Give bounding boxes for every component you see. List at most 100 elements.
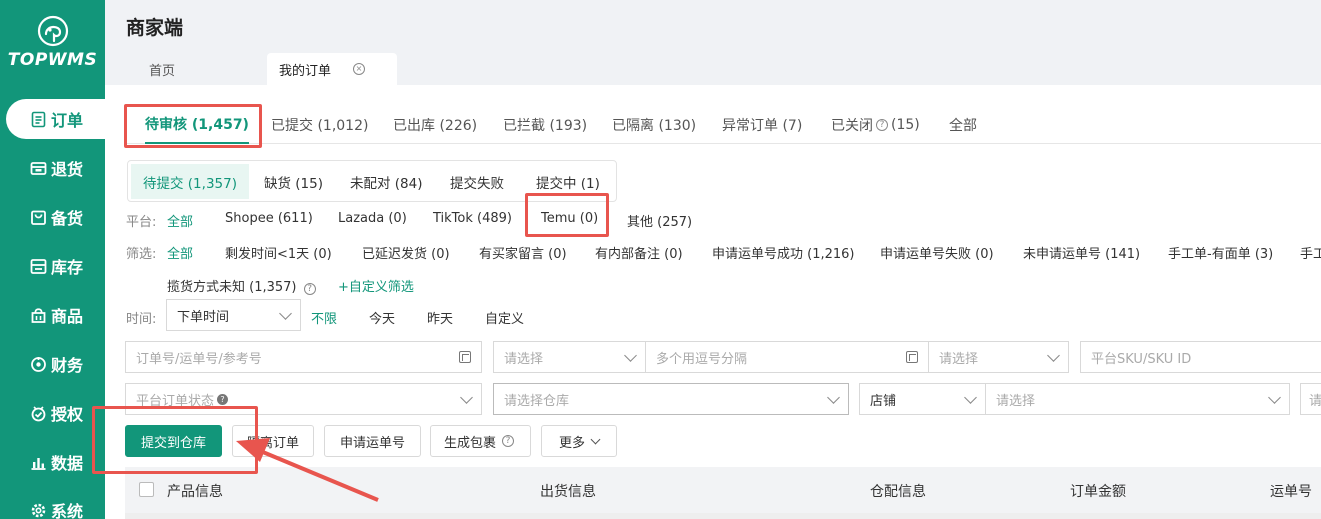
filter-option-ship-deadline[interactable]: 剩发时间<1天 (0) — [225, 243, 332, 262]
sidebar-item-data[interactable]: 数据 — [6, 442, 105, 482]
time-option-today[interactable]: 今天 — [369, 308, 395, 327]
paste-icon[interactable] — [459, 351, 471, 363]
sidebar-item-finance[interactable]: 财务 — [6, 344, 105, 384]
filter-option-label: 揽货方式未知 (1,357) — [167, 280, 297, 295]
sidebar-item-products[interactable]: 商品 — [6, 295, 105, 335]
extra-filter-select[interactable]: 请 — [1300, 383, 1321, 415]
time-option-yesterday[interactable]: 昨天 — [427, 308, 453, 327]
subtab-label: 待提交 (1,357) — [143, 175, 237, 192]
button-label: 更多 — [558, 435, 585, 451]
help-icon[interactable]: ? — [876, 119, 888, 131]
sidebar-item-label: 库存 — [51, 258, 84, 277]
chevron-down-icon — [279, 307, 292, 320]
tab-label: 已拦截 (193) — [503, 118, 588, 134]
sidebar-item-inventory[interactable]: 库存 — [6, 246, 105, 286]
filter-option-manual-cut[interactable]: 手工 — [1300, 243, 1321, 262]
help-icon[interactable]: ? — [217, 393, 229, 405]
tab-all[interactable]: 全部 — [949, 106, 977, 144]
sidebar-item-system[interactable]: 系统 — [6, 490, 105, 519]
sidebar-item-label: 系统 — [51, 502, 84, 519]
tab-label: 已隔离 (130) — [612, 118, 697, 134]
tab-closed[interactable]: 已关闭 ? (15) — [831, 106, 920, 144]
more-actions-button[interactable]: 更多 — [541, 425, 617, 457]
tab-home-label: 首页 — [149, 63, 176, 79]
tab-count: (15) — [891, 117, 920, 133]
order-table-header: 产品信息 出货信息 仓配信息 订单金额 运单号 — [125, 467, 1321, 513]
sidebar-item-authorization[interactable]: 授权 — [6, 393, 105, 433]
time-option-any[interactable]: 不限 — [311, 308, 337, 327]
filter-option-no-tracking[interactable]: 未申请运单号 (141) — [1023, 243, 1140, 262]
platform-option-lazada[interactable]: Lazada (0) — [338, 211, 407, 226]
search-type-select-2[interactable]: 请选择 — [928, 341, 1069, 373]
search-type-select[interactable]: 请选择 — [493, 341, 646, 373]
chevron-down-icon — [964, 391, 977, 404]
warehouse-select[interactable]: 请选择仓库 — [493, 383, 849, 415]
product-bag-icon — [31, 307, 46, 323]
close-icon[interactable]: × — [353, 63, 366, 75]
filter-option-internal-note[interactable]: 有内部备注 (0) — [595, 243, 683, 262]
auth-badge-icon — [31, 405, 46, 421]
subtab-unmatched[interactable]: 未配对 (84) — [350, 164, 423, 199]
help-icon[interactable]: ? — [303, 283, 316, 295]
platform-option-other[interactable]: 其他 (257) — [627, 211, 692, 230]
chevron-down-icon — [1047, 349, 1060, 362]
highlight-submit-button — [92, 406, 258, 474]
subtab-submit-failed[interactable]: 提交失败 — [450, 164, 504, 199]
store-placeholder: 请选择 — [996, 393, 1036, 409]
tab-abnormal-orders[interactable]: 异常订单 (7) — [722, 106, 802, 144]
tab-home[interactable]: 首页 — [149, 53, 175, 85]
column-header-product: 产品信息 — [167, 484, 223, 500]
select-all-checkbox[interactable] — [139, 482, 154, 497]
store-select[interactable]: 请选择 — [985, 383, 1290, 415]
time-type-value: 下单时间 — [177, 309, 230, 325]
filter-option-pickup-unknown[interactable]: 揽货方式未知 (1,357) ? — [167, 276, 319, 295]
apply-tracking-button[interactable]: 申请运单号 — [324, 425, 421, 457]
page-title: 商家端 — [126, 17, 184, 39]
button-label: 申请运单号 — [339, 435, 405, 451]
platform-option-shopee[interactable]: Shopee (611) — [225, 211, 313, 226]
tab-intercepted[interactable]: 已拦截 (193) — [503, 106, 587, 144]
filter-option-delayed[interactable]: 已延迟发货 (0) — [362, 243, 450, 262]
subtab-to-submit[interactable]: 待提交 (1,357) — [131, 164, 249, 199]
sidebar-item-label: 数据 — [51, 454, 84, 473]
sku-search-input[interactable]: 平台SKU/SKU ID — [1080, 341, 1321, 373]
sidebar-item-label: 商品 — [51, 307, 84, 326]
sidebar-item-stock-prep[interactable]: 备货 — [6, 197, 105, 237]
platform-option-tiktok[interactable]: TikTok (489) — [433, 211, 512, 226]
tab-isolated[interactable]: 已隔离 (130) — [612, 106, 696, 144]
filter-option-manual-with-label[interactable]: 手工单-有面单 (3) — [1168, 243, 1273, 262]
subtab-out-of-stock[interactable]: 缺货 (15) — [264, 164, 323, 199]
extra-filter-placeholder: 请 — [1309, 393, 1321, 409]
column-header-fulfillment: 仓配信息 — [870, 484, 926, 500]
custom-filter-link[interactable]: +自定义筛选 — [338, 276, 414, 295]
paste-icon[interactable] — [906, 351, 918, 363]
tab-label: 异常订单 (7) — [722, 118, 803, 134]
subtab-label: 提交失败 — [450, 175, 504, 192]
store-filter-type-select[interactable]: 店铺 — [859, 383, 986, 415]
tab-submitted[interactable]: 已提交 (1,012) — [271, 106, 368, 144]
time-option-custom[interactable]: 自定义 — [485, 308, 524, 327]
sidebar-item-orders[interactable]: 订单 — [6, 99, 105, 139]
select-placeholder: 请选择 — [939, 351, 979, 367]
order-search-input[interactable]: 订单号/运单号/参考号 — [125, 341, 482, 373]
filter-option-tracking-success[interactable]: 申请运单号成功 (1,216) — [712, 243, 855, 262]
time-type-select[interactable]: 下单时间 — [166, 299, 301, 331]
multi-value-input[interactable]: 多个用逗号分隔 — [645, 341, 929, 373]
filter-option-all[interactable]: 全部 — [167, 243, 193, 262]
filter-option-tracking-failed[interactable]: 申请运单号失败 (0) — [880, 243, 994, 262]
tab-label: 已出库 (226) — [393, 118, 478, 134]
return-box-icon — [30, 161, 47, 175]
generate-package-button[interactable]: 生成包裹 ? — [430, 425, 531, 457]
platform-label: 平台: — [126, 215, 157, 230]
sidebar-item-label: 退货 — [51, 160, 84, 179]
highlight-temu — [525, 193, 609, 237]
help-icon[interactable]: ? — [502, 435, 514, 447]
column-header-shipping: 出货信息 — [540, 484, 596, 500]
tab-shipped[interactable]: 已出库 (226) — [393, 106, 477, 144]
order-search-placeholder: 订单号/运单号/参考号 — [136, 351, 262, 367]
tab-my-orders[interactable]: 我的订单 × — [267, 53, 397, 85]
filter-option-buyer-message[interactable]: 有买家留言 (0) — [479, 243, 567, 262]
sidebar-item-label: 订单 — [51, 111, 84, 130]
sidebar-item-returns[interactable]: 退货 — [6, 148, 105, 188]
platform-option-all[interactable]: 全部 — [167, 211, 193, 230]
